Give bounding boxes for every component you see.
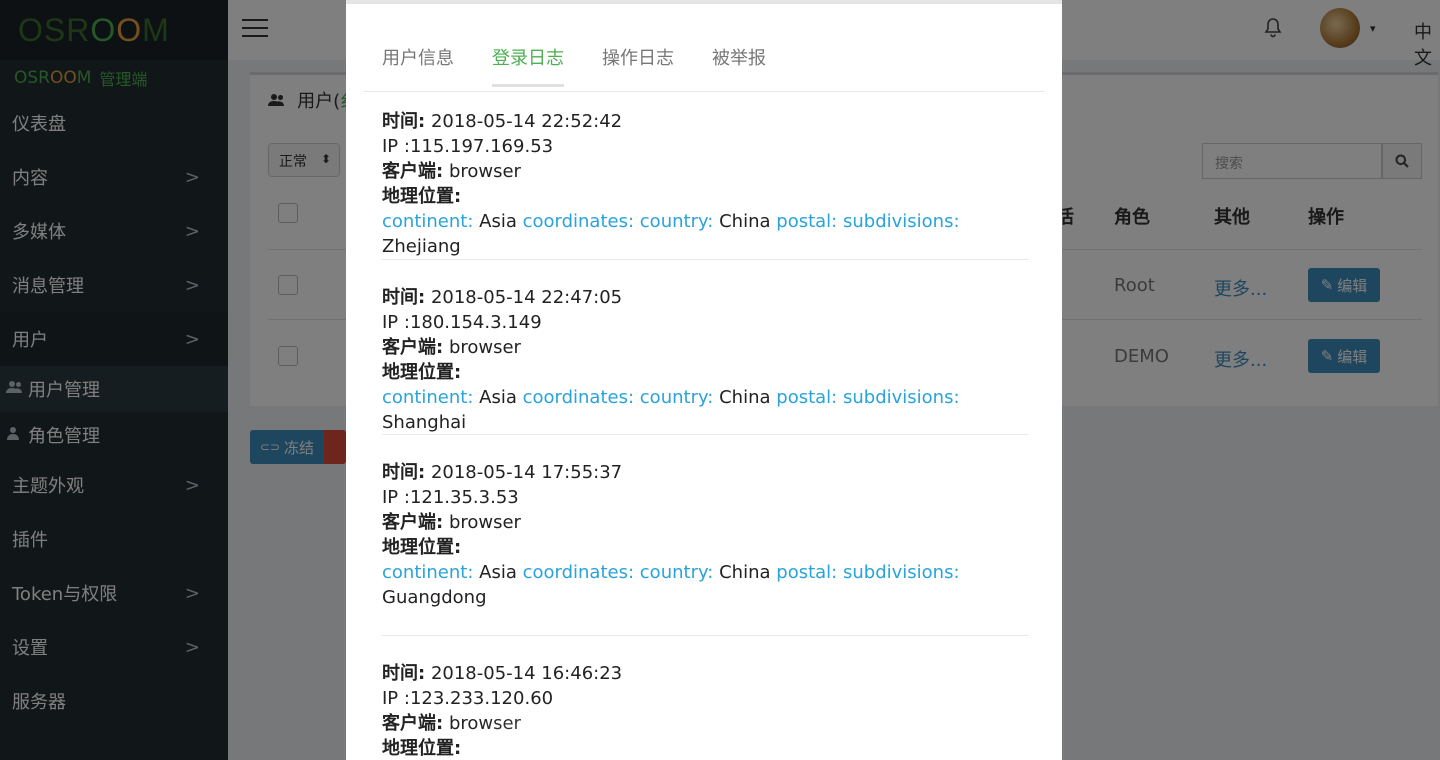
login-log-entry: 时间: 2018-05-14 22:47:05 IP :180.154.3.14… [382, 285, 1028, 435]
entry-divider [382, 635, 1028, 636]
modal-tabs: 用户信息 登录日志 操作日志 被举报 [364, 8, 1044, 92]
login-log-entry: 时间: 2018-05-14 22:52:42 IP :115.197.169.… [382, 109, 1028, 259]
user-detail-modal: 用户信息 登录日志 操作日志 被举报 时间: 2018-05-14 22:52:… [346, 0, 1062, 760]
login-client: browser [448, 161, 521, 182]
login-ip: 115.197.169.53 [409, 136, 554, 157]
login-time: 2018-05-14 16:46:23 [430, 663, 623, 684]
tab-login-log[interactable]: 登录日志 [492, 44, 564, 87]
login-client: browser [448, 512, 521, 533]
login-ip: 180.154.3.149 [409, 312, 542, 333]
tab-reported[interactable]: 被举报 [712, 44, 766, 84]
login-client: browser [448, 337, 521, 358]
tab-user-info[interactable]: 用户信息 [382, 44, 454, 84]
bottom-fade [460, 700, 980, 760]
geo-details: continent: Asia coordinates: country: Ch… [382, 387, 960, 433]
login-time: 2018-05-14 17:55:37 [430, 462, 623, 483]
entry-divider [382, 259, 1028, 260]
geo-details: continent: Asia coordinates: country: Ch… [382, 562, 960, 608]
login-log-entry: 时间: 2018-05-14 17:55:37 IP :121.35.3.53 … [382, 460, 1028, 610]
login-time: 2018-05-14 22:47:05 [430, 287, 623, 308]
geo-details: continent: Asia coordinates: country: Ch… [382, 211, 960, 257]
login-ip: 121.35.3.53 [409, 487, 519, 508]
tab-operation-log[interactable]: 操作日志 [602, 44, 674, 84]
entry-divider [382, 434, 1028, 435]
login-time: 2018-05-14 22:52:42 [430, 111, 623, 132]
